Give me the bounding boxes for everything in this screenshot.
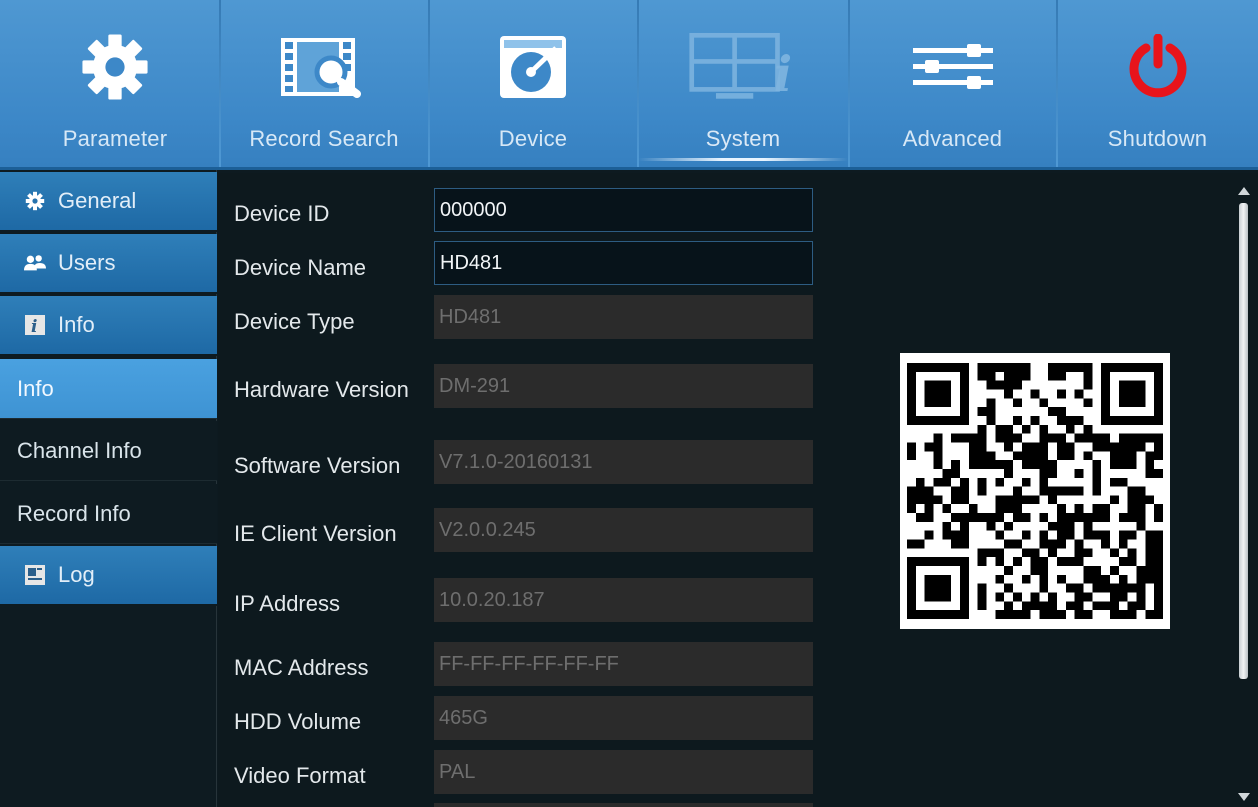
qr-code [900,353,1170,629]
sidebar-item-label: Info [58,312,95,337]
ie-client-version-field: V2.0.0.245 [434,508,813,552]
hardware-version-field: DM-291 [434,364,813,408]
scrollbar-thumb[interactable] [1239,203,1248,679]
hdd-volume-label: HDD Volume [234,709,362,734]
sidebar-item-info[interactable]: i Info [0,296,217,356]
sidebar-subitem-info[interactable]: Info [0,359,217,419]
nav-device-label: Device [498,126,568,151]
device-disk-icon [478,22,588,112]
nav-parameter-label: Parameter [62,126,168,151]
sidebar-item-label: Channel Info [17,437,142,463]
nav-system[interactable]: i System [638,0,848,167]
active-tab-indicator [638,158,848,161]
sidebar-item-log[interactable]: Log [0,546,217,606]
sidebar-item-label: Users [58,250,116,275]
record-search-icon [269,22,379,112]
system-info-icon: i [688,22,798,112]
gear-icon [24,190,46,212]
next-row-field [434,803,813,807]
power-icon [1103,22,1213,112]
video-format-label: Video Format [234,763,366,788]
svg-text:i: i [774,46,792,103]
sidebar-item-label: Info [17,375,54,401]
info-icon: i [24,314,46,336]
device-type-field: HD481 [434,295,813,339]
software-version-field: V7.1.0-20160131 [434,440,813,484]
device-id-field[interactable]: 000000 [434,188,813,232]
ip-address-field: 10.0.20.187 [434,578,813,622]
ie-client-version-label: IE Client Version [234,521,397,546]
nav-record-search-label: Record Search [249,126,399,151]
sidebar-item-label: Record Info [17,500,131,526]
nav-record-search[interactable]: Record Search [220,0,428,167]
scroll-down-arrow-icon[interactable] [1238,793,1250,801]
sidebar-item-label: General [58,188,137,213]
scroll-up-arrow-icon[interactable] [1238,187,1250,195]
sidebar-subitem-channel-info[interactable]: Channel Info [0,421,217,481]
nav-advanced[interactable]: Advanced [849,0,1056,167]
sidebar-item-general[interactable]: General [0,172,217,232]
nav-shutdown-label: Shutdown [1107,126,1208,151]
gear-icon [60,22,170,112]
sidebar: General Users i Info Info Channel Info R [0,170,217,807]
device-type-label: Device Type [234,309,355,334]
nav-parameter[interactable]: Parameter [10,0,220,167]
device-name-field[interactable]: HD481 [434,241,813,285]
hardware-version-label: Hardware Version [234,377,409,402]
device-name-label: Device Name [234,255,367,280]
svg-text:i: i [31,317,37,335]
ip-address-label: IP Address [234,591,340,616]
top-navigation: Parameter Record Search Device i System … [0,0,1258,170]
device-id-label: Device ID [234,201,330,226]
nav-advanced-label: Advanced [902,126,1003,151]
mac-address-label: MAC Address [234,655,369,680]
sidebar-subitem-record-info[interactable]: Record Info [0,484,217,544]
hdd-volume-field: 465G [434,696,813,740]
nav-shutdown[interactable]: Shutdown [1057,0,1258,167]
nav-device[interactable]: Device [429,0,637,167]
sidebar-item-users[interactable]: Users [0,234,217,294]
video-format-field: PAL [434,750,813,794]
sidebar-item-label: Log [58,562,95,587]
scrollbar[interactable] [1232,173,1258,807]
sliders-icon [898,22,1008,112]
mac-address-field: FF-FF-FF-FF-FF-FF [434,642,813,686]
users-icon [24,252,46,274]
log-icon [24,564,46,586]
info-panel: Device ID 000000 Device Name HD481 Devic… [218,173,1258,807]
nav-system-label: System [705,126,781,151]
software-version-label: Software Version [234,453,401,478]
